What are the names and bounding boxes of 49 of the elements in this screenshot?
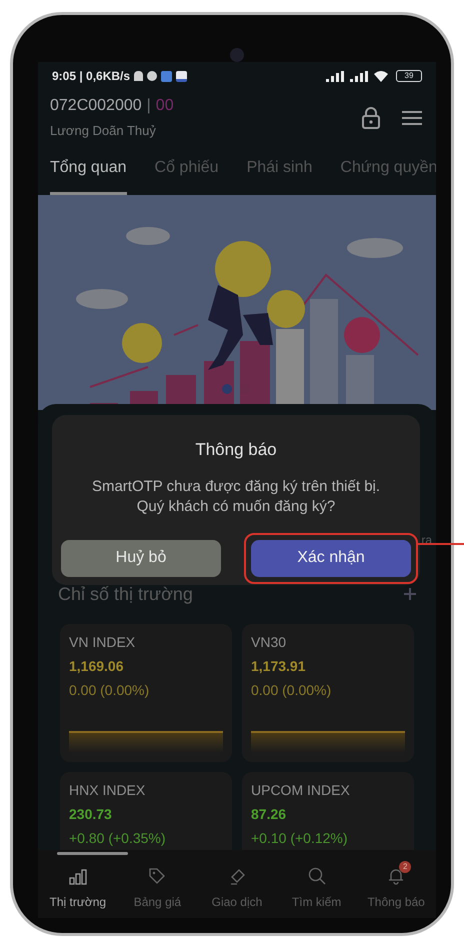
index-value: 1,173.91 (251, 657, 306, 676)
confirm-button[interactable]: Xác nhận (251, 540, 411, 576)
index-card[interactable]: VN30 1,173.91 0.00 (0.00%) (242, 624, 414, 762)
tab[interactable]: Phái sinh (246, 156, 312, 195)
account-number: 072C002000 (50, 96, 142, 116)
tab[interactable]: Cổ phiếu (154, 156, 219, 195)
signal-icon (326, 70, 346, 82)
index-name: VN INDEX (69, 633, 136, 652)
index-change: +0.80 (+0.35%) (69, 829, 167, 848)
dialog-title: Thông báo (195, 439, 277, 461)
index-change: 0.00 (0.00%) (69, 681, 150, 700)
tag-icon (148, 867, 166, 885)
nav-tab[interactable]: Thị trường (38, 850, 118, 918)
nav-tab[interactable]: 2 Thông báo (356, 850, 436, 918)
nav-tab[interactable]: Tìm kiếm (276, 850, 356, 918)
bar-chart-icon (68, 869, 87, 885)
index-value: 1,169.06 (69, 657, 124, 676)
section-title: Chỉ số thị trường (58, 582, 194, 606)
alarm-icon (147, 71, 158, 81)
app-icon (161, 70, 172, 82)
nav-tab[interactable]: Giao dịch (197, 850, 277, 918)
tab[interactable]: Chứng quyền (340, 156, 436, 195)
notification-badge: 2 (399, 861, 412, 873)
status-text: 9:05 | 0,6KB/s (52, 68, 130, 85)
lock-icon[interactable] (362, 106, 380, 128)
battery-indicator: 39 (396, 70, 422, 82)
index-name: HNX INDEX (69, 781, 146, 800)
signal-icon (350, 70, 370, 82)
index-card[interactable]: VN INDEX 1,169.06 0.00 (0.00%) (60, 624, 232, 762)
index-name: UPCOM INDEX (251, 781, 351, 800)
active-indicator (57, 852, 128, 855)
index-value: 230.73 (69, 805, 113, 824)
menu-icon[interactable] (402, 110, 422, 126)
separator: | (146, 96, 151, 116)
dialog-message: SmartOTP chưa được đăng ký trên thiết bị. Quý khách có muốn đăng ký? (92, 476, 380, 516)
index-change: +0.10 (+0.12%) (251, 829, 349, 848)
cancel-button[interactable]: Huỷ bỏ (61, 540, 221, 576)
app-icon (176, 70, 188, 82)
account-name: Lương Doãn Thuỷ (50, 122, 157, 140)
index-change: 0.00 (0.00%) (251, 681, 332, 700)
index-card[interactable]: HNX INDEX 230.73 +0.80 (+0.35%) (60, 772, 232, 850)
search-icon (308, 867, 326, 885)
index-name: VN30 (251, 633, 288, 652)
bell-muted-icon (134, 71, 144, 81)
bell-icon (387, 867, 406, 885)
index-card[interactable]: UPCOM INDEX 87.26 +0.10 (+0.12%) (242, 772, 414, 850)
index-value: 87.26 (251, 805, 288, 824)
wifi-icon (374, 70, 388, 82)
nav-tab[interactable]: Bảng giá (118, 850, 198, 918)
